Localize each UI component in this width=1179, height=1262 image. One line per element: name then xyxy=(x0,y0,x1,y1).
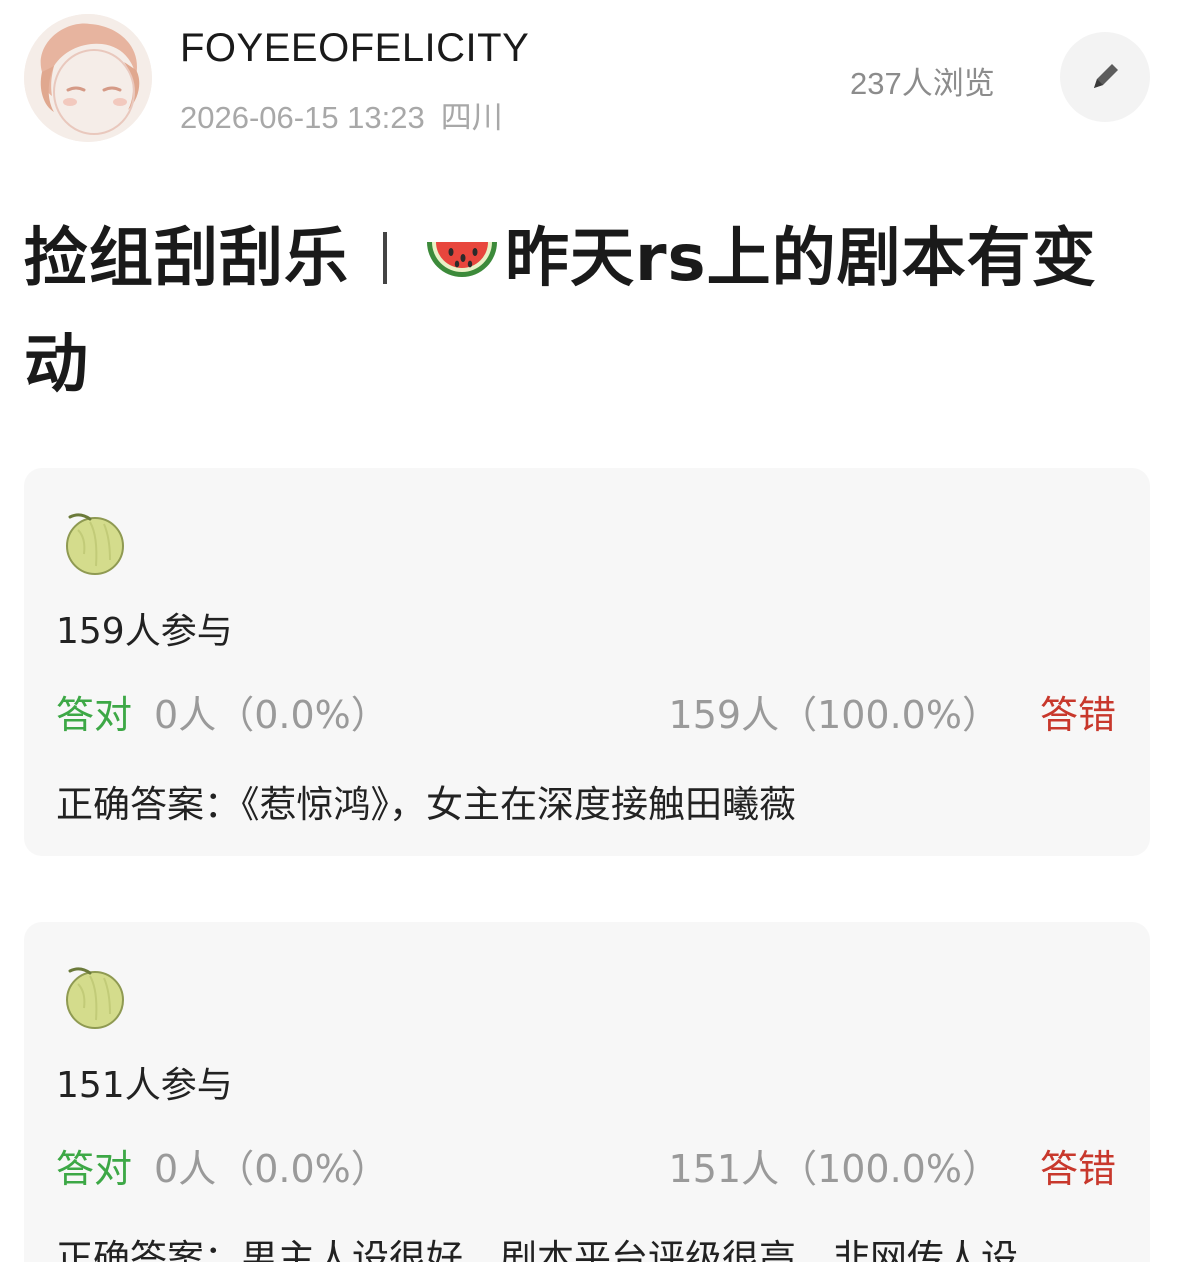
edit-button[interactable] xyxy=(1060,32,1150,122)
correct-label: 答对 xyxy=(56,1147,133,1191)
correct-count: 0人（0.0%） xyxy=(154,693,389,737)
wrong-group: 151人（100.0%） 答错 xyxy=(669,1138,1116,1193)
post-location: 四川 xyxy=(440,100,503,135)
melon-icon xyxy=(60,962,128,1034)
melon-icon xyxy=(60,508,128,580)
wrong-label: 答错 xyxy=(1039,1147,1116,1191)
wrong-label: 答错 xyxy=(1039,693,1116,737)
pencil-icon xyxy=(1094,64,1118,88)
participant-count: 159人参与 xyxy=(56,611,233,652)
participant-count: 151人参与 xyxy=(56,1065,233,1106)
post-datetime: 2026-06-15 13:23 xyxy=(180,100,425,135)
wrong-count: 151人（100.0%） xyxy=(668,1147,1000,1191)
quiz-card[interactable]: 151人参与 答对 0人（0.0%） 151人（100.0%） 答错 正确答案：男主… xyxy=(24,922,1150,1262)
view-count: 237人浏览 xyxy=(850,66,995,101)
correct-label: 答对 xyxy=(56,693,133,737)
correct-count: 0人（0.0%） xyxy=(154,1147,389,1191)
post-page: FOYEEOFELICITY 2026-06-15 13:23 四川 237人浏览… xyxy=(0,0,1179,1262)
post-title-tag: 捡组刮刮乐 xyxy=(24,222,349,296)
result-row: 答对 0人（0.0%） 159人（100.0%） 答错 xyxy=(56,684,1116,737)
wrong-group: 159人（100.0%） 答错 xyxy=(669,684,1116,739)
avatar[interactable] xyxy=(24,14,152,142)
post-meta: 2026-06-15 13:23 四川 xyxy=(180,92,503,137)
avatar-illustration xyxy=(24,14,152,142)
correct-answer: 正确答案：《惹惊鸿》，女主在深度接触田曦薇 xyxy=(56,783,796,826)
result-row: 答对 0人（0.0%） 151人（100.0%） 答错 xyxy=(56,1138,1116,1191)
author-name[interactable]: FOYEEOFELICITY xyxy=(180,26,529,71)
correct-answer: 正确答案：男主人设很好，剧本平台评级很高，非网传人设 xyxy=(56,1237,1018,1262)
quiz-card[interactable]: 159人参与 答对 0人（0.0%） 159人（100.0%） 答错 正确答案：《惹… xyxy=(24,468,1150,856)
title-separator xyxy=(383,232,387,284)
wrong-count: 159人（100.0%） xyxy=(668,693,1000,737)
post-title: 捡组刮刮乐 昨天rs上的剧本有变动 xyxy=(24,212,1134,412)
watermelon-icon xyxy=(423,224,501,318)
